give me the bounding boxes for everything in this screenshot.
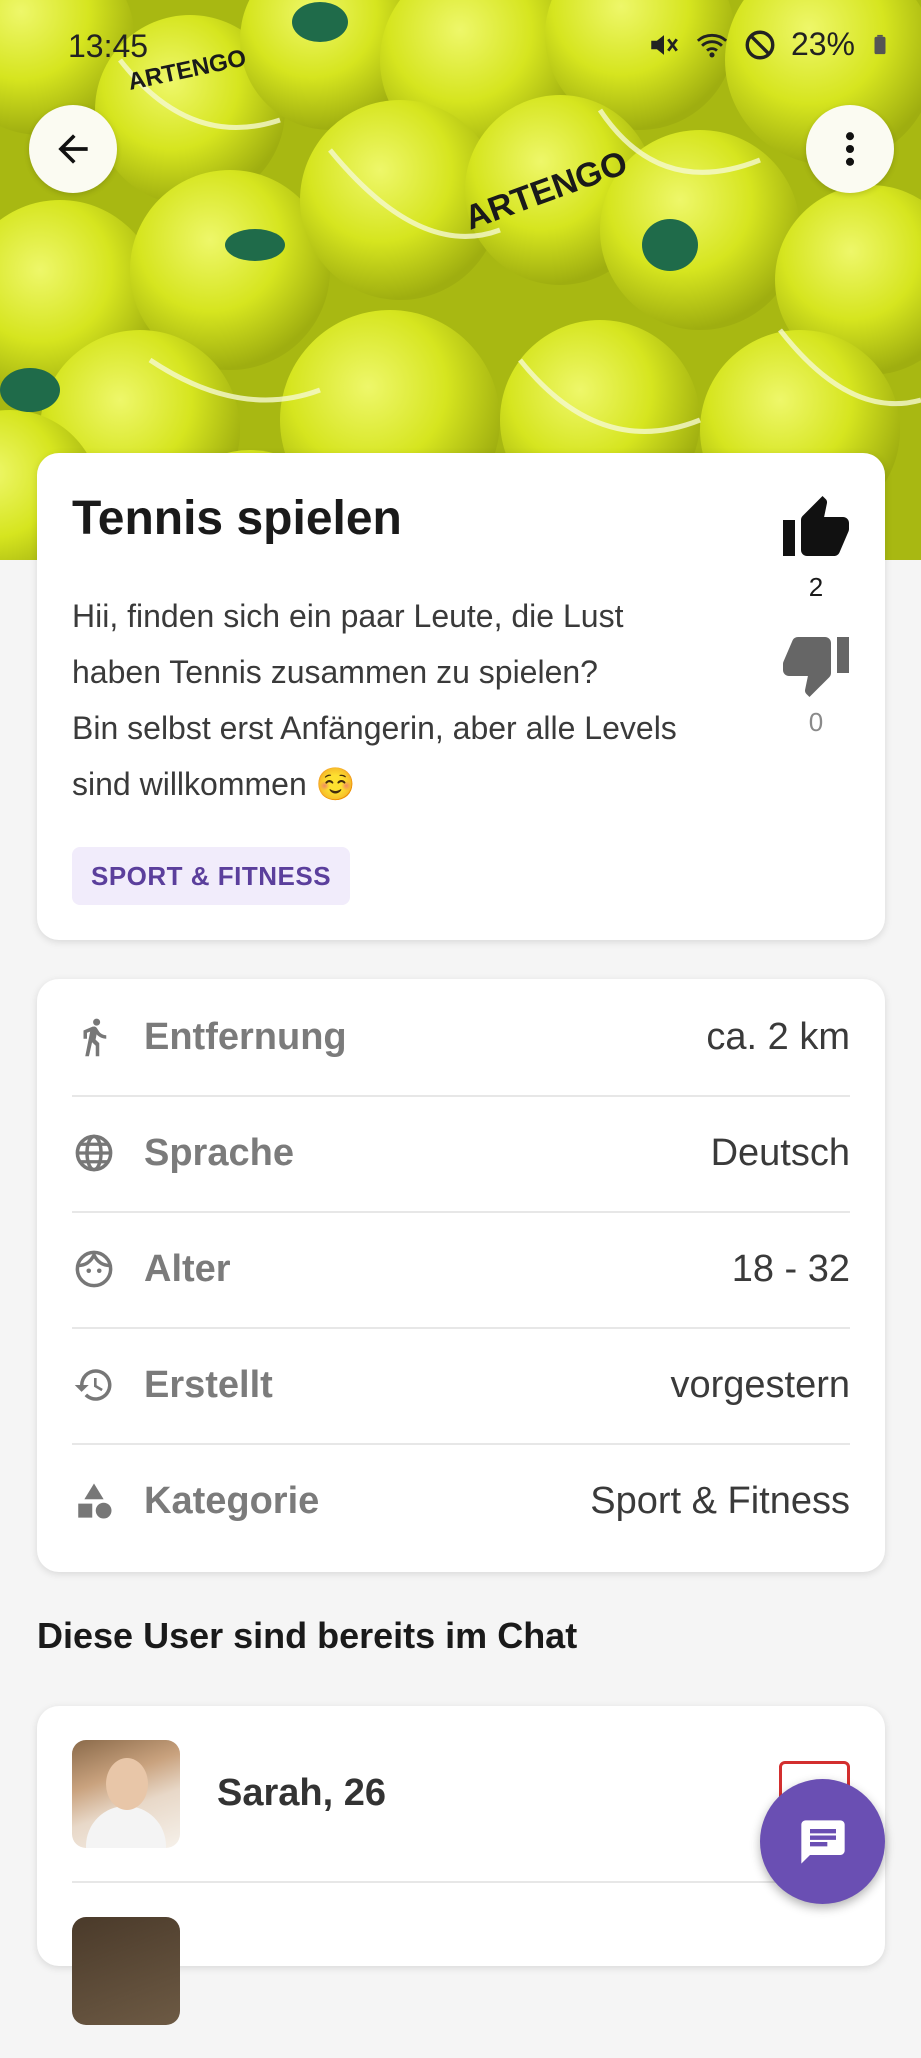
- battery-icon: [874, 34, 886, 54]
- do-not-disturb-icon: [745, 30, 775, 59]
- back-button[interactable]: [29, 105, 117, 193]
- dislike-count: 0: [808, 707, 824, 737]
- more-vert-icon: [845, 132, 855, 166]
- detail-row-category: Kategorie Sport & Fitness: [72, 1443, 850, 1559]
- face-icon: [72, 1247, 116, 1291]
- post-description: Hii, finden sich ein paar Leute, die Lus…: [72, 598, 677, 802]
- arrow-left-icon: [58, 134, 88, 164]
- mute-icon: [651, 34, 678, 55]
- detail-label: Entfernung: [144, 1015, 347, 1058]
- like-count: 2: [808, 572, 824, 602]
- detail-value: Deutsch: [710, 1131, 850, 1174]
- detail-row-distance: Entfernung ca. 2 km: [72, 979, 850, 1097]
- status-time: 13:45: [68, 28, 149, 64]
- avatar: [72, 1916, 180, 2025]
- chat-icon: [800, 1819, 845, 1864]
- detail-label: Sprache: [144, 1131, 294, 1174]
- user-row[interactable]: [72, 1883, 850, 2058]
- more-options-button[interactable]: [806, 105, 894, 193]
- thumb-down-icon: [783, 637, 849, 697]
- detail-row-age: Alter 18 - 32: [72, 1211, 850, 1329]
- user-row[interactable]: Sarah, 26 Ad: [72, 1706, 850, 1883]
- detail-value: Sport & Fitness: [590, 1479, 850, 1522]
- detail-label: Alter: [144, 1247, 231, 1290]
- user-name: Sarah, 26: [217, 1772, 386, 1814]
- wifi-icon: [696, 33, 728, 57]
- category-icon: [72, 1479, 116, 1523]
- category-tag[interactable]: SPORT & FITNESS: [72, 847, 351, 905]
- detail-row-language: Sprache Deutsch: [72, 1095, 850, 1213]
- detail-value: vorgestern: [670, 1363, 850, 1406]
- avatar: [72, 1739, 180, 1848]
- post-title: Tennis spielen: [72, 492, 402, 545]
- status-bar: 13:45 23%: [0, 0, 921, 92]
- post-card: Tennis spielen Hii, finden sich ein paar…: [37, 453, 885, 940]
- details-card: Entfernung ca. 2 km Sprache Deutsch Alte…: [37, 979, 885, 1572]
- detail-label: Erstellt: [144, 1363, 273, 1406]
- thumb-up-icon: [783, 496, 849, 556]
- like-button[interactable]: 2: [776, 493, 856, 603]
- users-section-title: Diese User sind bereits im Chat: [37, 1615, 578, 1656]
- detail-row-created: Erstellt vorgestern: [72, 1327, 850, 1445]
- chat-fab-button[interactable]: [760, 1779, 885, 1904]
- detail-value: 18 - 32: [731, 1247, 850, 1290]
- status-icons: 23%: [647, 26, 891, 63]
- users-card: Sarah, 26 Ad: [37, 1706, 885, 2025]
- globe-icon: [72, 1131, 116, 1175]
- walking-icon: [72, 1015, 116, 1059]
- history-icon: [72, 1363, 116, 1407]
- dislike-button[interactable]: 0: [776, 628, 856, 738]
- detail-value: ca. 2 km: [706, 1015, 850, 1058]
- detail-label: Kategorie: [144, 1479, 320, 1522]
- battery-percentage: 23%: [790, 26, 855, 62]
